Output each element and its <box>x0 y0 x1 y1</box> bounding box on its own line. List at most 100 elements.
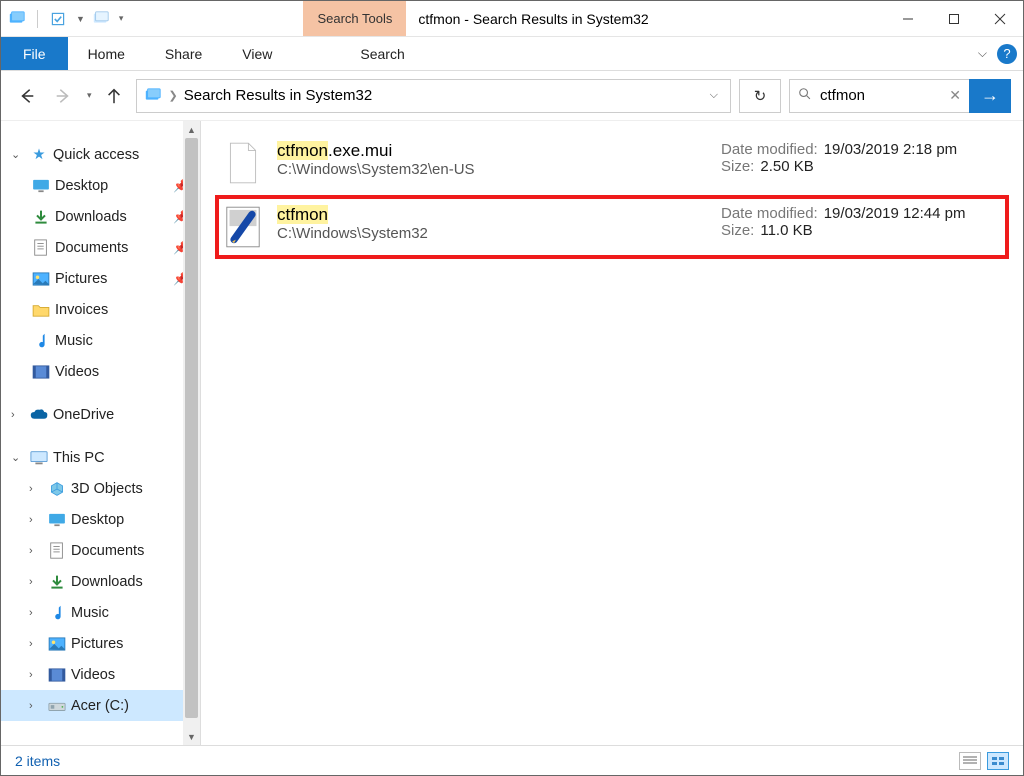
sidebar-item-pictures[interactable]: › Pictures <box>1 628 200 659</box>
sidebar-item-desktop[interactable]: Desktop 📌 <box>1 170 200 201</box>
chevron-right-icon[interactable]: › <box>29 576 43 588</box>
sidebar-label: OneDrive <box>53 407 114 423</box>
chevron-right-icon[interactable]: › <box>29 669 43 681</box>
scroll-up-button[interactable]: ▲ <box>183 121 200 138</box>
qat-customize-dropdown[interactable]: ▾ <box>119 13 124 24</box>
address-history-dropdown[interactable]: ⌵ <box>704 89 724 102</box>
clear-search-button[interactable]: ✕ <box>949 87 961 104</box>
qat-dropdown[interactable]: ▼ <box>76 14 85 24</box>
sidebar-item-documents[interactable]: › Documents <box>1 535 200 566</box>
chevron-down-icon[interactable]: ⌄ <box>11 148 25 161</box>
sidebar-item-label: Music <box>55 333 93 349</box>
tab-share[interactable]: Share <box>145 37 222 70</box>
back-button[interactable] <box>13 82 41 110</box>
sidebar-item-label: Videos <box>55 364 99 380</box>
documents-icon <box>31 239 51 257</box>
breadcrumb-location[interactable]: Search Results in System32 <box>184 87 372 104</box>
tab-view[interactable]: View <box>222 37 292 70</box>
maximize-button[interactable] <box>931 1 977 36</box>
app-icon <box>7 9 27 29</box>
large-icons-view-button[interactable] <box>987 752 1009 770</box>
new-folder-icon[interactable] <box>91 9 111 29</box>
up-button[interactable] <box>100 82 128 110</box>
chevron-down-icon[interactable]: ⌄ <box>11 451 25 464</box>
refresh-button[interactable]: ↻ <box>739 79 781 113</box>
result-filename: ctfmon.exe.mui <box>277 141 707 161</box>
sidebar-item-label: Desktop <box>71 512 124 528</box>
scroll-track[interactable] <box>183 138 200 728</box>
sidebar-item-label: 3D Objects <box>71 481 143 497</box>
sidebar-item-acer-c-[interactable]: › Acer (C:) <box>1 690 200 721</box>
music-icon <box>31 332 51 350</box>
desktop-icon <box>47 511 67 529</box>
address-bar[interactable]: ❯ Search Results in System32 ⌵ <box>136 79 731 113</box>
sidebar-item-label: Documents <box>71 543 144 559</box>
sidebar-item-music[interactable]: › Music <box>1 597 200 628</box>
details-view-button[interactable] <box>959 752 981 770</box>
sidebar-item-label: Downloads <box>55 209 127 225</box>
titlebar: ▼ ▾ Search Tools ctfmon - Search Results… <box>1 1 1023 37</box>
file-menu[interactable]: File <box>1 37 68 70</box>
search-result-item[interactable]: ctfmon C:\Windows\System32 Date modified… <box>215 195 1009 259</box>
sidebar-item-label: Pictures <box>71 636 123 652</box>
cloud-icon <box>29 406 49 424</box>
sidebar-quick-access[interactable]: ⌄ ★ Quick access <box>1 139 200 170</box>
tab-home[interactable]: Home <box>68 37 145 70</box>
sidebar-item-label: Documents <box>55 240 128 256</box>
sidebar-onedrive[interactable]: › OneDrive <box>1 399 200 430</box>
window-controls <box>885 1 1023 36</box>
sidebar-item-music[interactable]: Music <box>1 325 200 356</box>
sidebar-scrollbar[interactable]: ▲ ▼ <box>183 121 200 745</box>
close-button[interactable] <box>977 1 1023 36</box>
breadcrumb-separator[interactable]: ❯ <box>169 89 178 102</box>
sidebar-item-videos[interactable]: Videos <box>1 356 200 387</box>
chevron-right-icon[interactable]: › <box>29 483 43 495</box>
sidebar-item-videos[interactable]: › Videos <box>1 659 200 690</box>
scroll-thumb[interactable] <box>185 138 198 718</box>
chevron-right-icon[interactable]: › <box>29 607 43 619</box>
result-path: C:\Windows\System32\en-US <box>277 161 707 178</box>
chevron-right-icon[interactable]: › <box>29 700 43 712</box>
scroll-down-button[interactable]: ▼ <box>183 728 200 745</box>
search-tools-tab[interactable]: Search Tools <box>303 1 406 36</box>
sidebar-item-label: Invoices <box>55 302 108 318</box>
properties-icon[interactable] <box>48 9 68 29</box>
search-submit-button[interactable]: → <box>969 79 1011 113</box>
videos-icon <box>47 666 67 684</box>
result-metadata: Date modified:19/03/2019 2:18 pm Size:2.… <box>721 141 1001 175</box>
search-result-item[interactable]: ctfmon.exe.mui C:\Windows\System32\en-US… <box>215 131 1009 195</box>
sidebar-item-documents[interactable]: Documents 📌 <box>1 232 200 263</box>
tab-search[interactable]: Search <box>340 37 424 70</box>
chevron-right-icon[interactable]: › <box>29 545 43 557</box>
window-title: ctfmon - Search Results in System32 <box>418 1 648 36</box>
ribbon: File Home Share View Search ⌵ ? <box>1 37 1023 71</box>
sidebar-item-downloads[interactable]: › Downloads <box>1 566 200 597</box>
status-bar: 2 items <box>1 745 1023 775</box>
sidebar-item-3d-objects[interactable]: › 3D Objects <box>1 473 200 504</box>
file-icon <box>223 141 263 185</box>
minimize-button[interactable] <box>885 1 931 36</box>
sidebar-item-label: Pictures <box>55 271 107 287</box>
sidebar-item-label: Acer (C:) <box>71 698 129 714</box>
videos-icon <box>31 363 51 381</box>
explorer-window: ▼ ▾ Search Tools ctfmon - Search Results… <box>0 0 1024 776</box>
chevron-right-icon[interactable]: › <box>29 638 43 650</box>
quick-access-toolbar: ▼ ▾ <box>1 1 123 36</box>
sidebar-item-pictures[interactable]: Pictures 📌 <box>1 263 200 294</box>
sidebar-item-label: Videos <box>71 667 115 683</box>
help-button[interactable]: ? <box>997 44 1017 64</box>
sidebar-item-invoices[interactable]: Invoices <box>1 294 200 325</box>
body: ⌄ ★ Quick access Desktop 📌 Downloads 📌 D… <box>1 121 1023 745</box>
chevron-right-icon[interactable]: › <box>11 409 25 421</box>
sidebar-item-desktop[interactable]: › Desktop <box>1 504 200 535</box>
downloads-icon <box>31 208 51 226</box>
sidebar-item-downloads[interactable]: Downloads 📌 <box>1 201 200 232</box>
sidebar-this-pc[interactable]: ⌄ This PC <box>1 442 200 473</box>
pictures-icon <box>31 270 51 288</box>
chevron-right-icon[interactable]: › <box>29 514 43 526</box>
forward-button[interactable] <box>49 82 77 110</box>
search-box[interactable]: ctfmon ✕ <box>789 79 969 113</box>
ribbon-expand-button[interactable]: ⌵ <box>978 46 987 61</box>
recent-locations-dropdown[interactable]: ▾ <box>87 90 92 101</box>
3d-icon <box>47 480 67 498</box>
